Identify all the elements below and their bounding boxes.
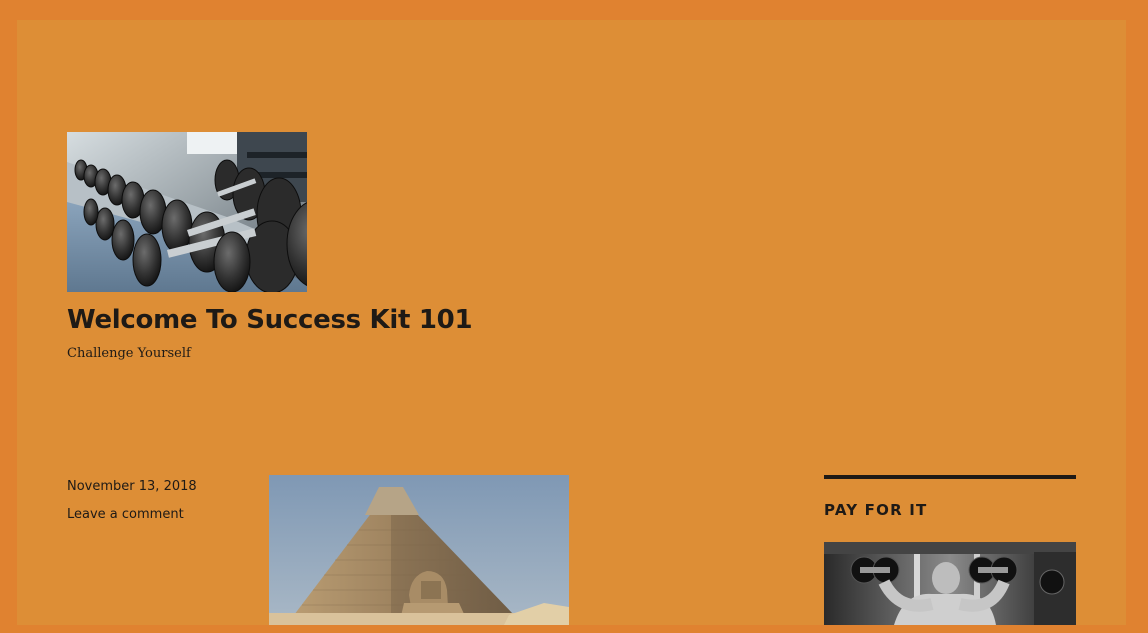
site-title[interactable]: Welcome To Success Kit 101 (67, 305, 473, 335)
page-frame: Welcome To Success Kit 101 Challenge You… (17, 20, 1126, 625)
site-tagline: Challenge Yourself (67, 346, 191, 361)
widget-image[interactable] (824, 542, 1076, 625)
widget-title: PAY FOR IT (824, 501, 928, 519)
post-date-link[interactable]: November 13, 2018 (67, 479, 197, 494)
leave-comment-link[interactable]: Leave a comment (67, 507, 184, 522)
widget-divider (824, 475, 1076, 479)
header-logo-image[interactable] (67, 132, 307, 292)
post-featured-image[interactable] (269, 475, 569, 625)
